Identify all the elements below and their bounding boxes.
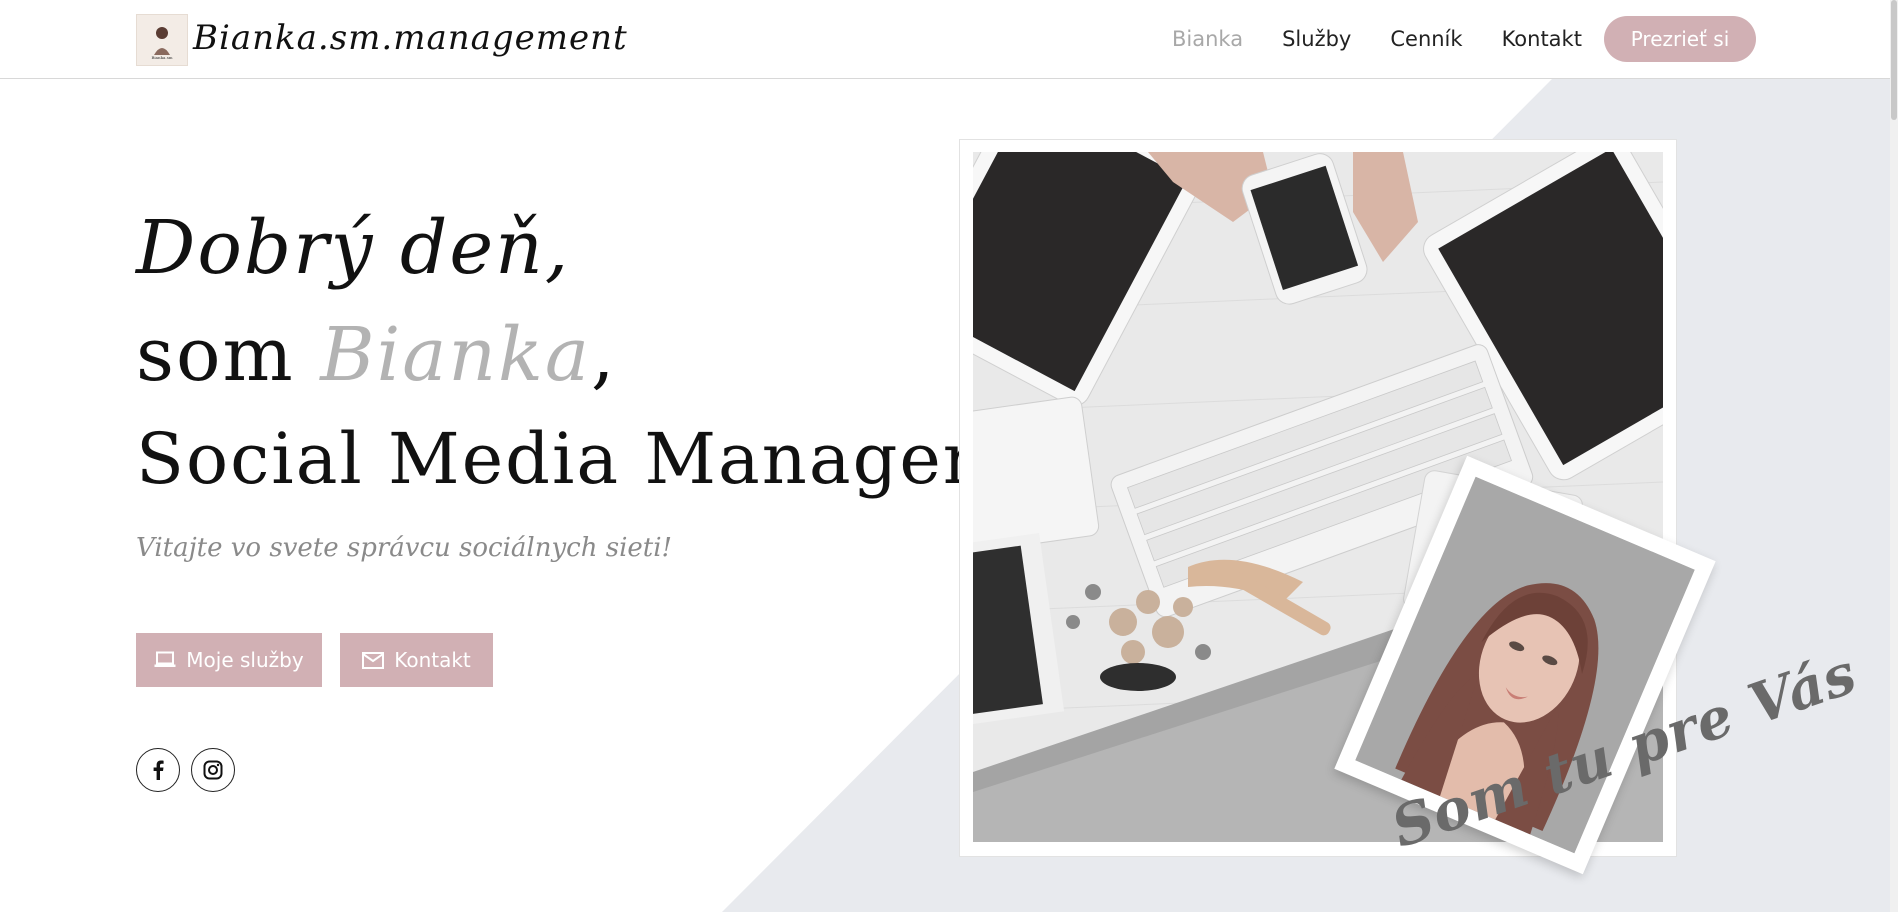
kontakt-label: Kontakt — [394, 648, 471, 672]
scrollbar-track[interactable] — [1890, 0, 1898, 912]
hero-intro-suffix: , — [591, 312, 617, 398]
hero-subtitle: Vitajte vo svete správcu sociálnych siet… — [136, 533, 672, 563]
moje-sluzby-button[interactable]: Moje služby — [136, 633, 322, 687]
nav-item-kontakt[interactable]: Kontakt — [1502, 27, 1582, 51]
hero-greeting: Dobrý deň, — [136, 205, 571, 291]
hero-intro-prefix: som — [136, 312, 321, 398]
hero-intro: som Bianka, — [136, 312, 617, 398]
kontakt-button[interactable]: Kontakt — [340, 633, 493, 687]
site-header: Bianka.sm Bianka.sm.management Bianka Sl… — [0, 0, 1898, 79]
logo-image[interactable]: Bianka.sm — [136, 14, 188, 66]
laptop-icon — [154, 651, 176, 667]
hero-role: Social Media Manager — [136, 418, 979, 500]
instagram-link[interactable] — [191, 748, 235, 792]
hero-name: Bianka — [320, 312, 592, 398]
main-nav: Bianka Služby Cenník Kontakt — [1172, 0, 1621, 78]
scrollbar-thumb[interactable] — [1891, 0, 1897, 120]
prezriet-si-button[interactable]: Prezrieť si — [1604, 16, 1756, 62]
instagram-icon — [203, 760, 223, 780]
facebook-link[interactable] — [136, 748, 180, 792]
nav-item-bianka[interactable]: Bianka — [1172, 27, 1243, 51]
nav-item-sluzby[interactable]: Služby — [1282, 27, 1351, 51]
facebook-icon — [153, 760, 164, 780]
nav-item-cennik[interactable]: Cenník — [1390, 27, 1462, 51]
logo-text[interactable]: Bianka.sm.management — [193, 18, 628, 58]
svg-text:Bianka.sm: Bianka.sm — [151, 55, 172, 60]
mail-icon — [362, 651, 385, 669]
moje-sluzby-label: Moje služby — [186, 648, 304, 672]
